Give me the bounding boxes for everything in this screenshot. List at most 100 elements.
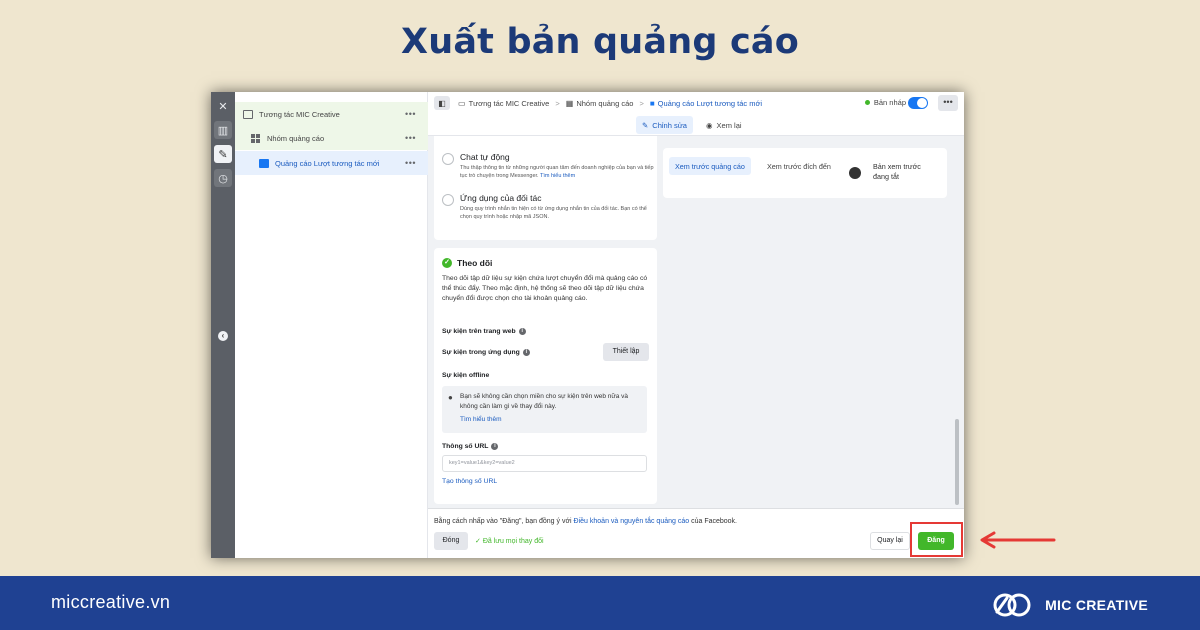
back-button[interactable]: Quay lại	[870, 532, 910, 550]
saved-text: Đã lưu mọi thay đổi	[482, 538, 544, 545]
tracking-title: ✓ Theo dõi	[442, 258, 492, 268]
publish-highlight-box	[910, 522, 963, 557]
tab-review-label: Xem lại	[716, 120, 742, 130]
sidebar-toggle-icon[interactable]: ◧	[434, 96, 450, 110]
tab-ad-preview[interactable]: Xem trước quảng cáo	[669, 157, 751, 175]
more-icon[interactable]: •••	[405, 133, 416, 143]
learn-more-link[interactable]: Tìm hiểu thêm	[540, 173, 575, 179]
campaign-tree: Tương tác MIC Creative ••• Nhóm quảng cá…	[235, 92, 428, 558]
status-label: Bản nháp	[873, 98, 906, 107]
more-icon[interactable]: •••	[405, 109, 416, 119]
ad-icon: ■	[649, 98, 655, 108]
terms-text: Bằng cách nhấp vào "Đăng", bạn đồng ý vớ…	[434, 518, 737, 525]
grid-icon	[251, 133, 261, 143]
preview-panel: Xem trước quảng cáo Xem trước đích đến B…	[663, 148, 947, 198]
preview-toggle[interactable]	[849, 167, 861, 179]
close-button[interactable]: Đóng	[434, 532, 468, 550]
brand-banner: miccreative.vn MIC CREATIVE	[0, 576, 1200, 630]
breadcrumb-adset[interactable]: Nhóm quảng cáo	[576, 99, 633, 108]
settings-pane: Chat tự động Thu thập thông tin từ những…	[428, 136, 664, 507]
tree-item-label: Quảng cáo Lượt tương tác mới	[275, 158, 380, 168]
info-icon[interactable]: i	[522, 349, 530, 356]
pointer-arrow-icon	[980, 531, 1056, 549]
pencil-icon[interactable]: ✎	[214, 145, 232, 163]
option-title: Ứng dụng của đối tác	[460, 193, 542, 203]
page-headline: Xuất bản quảng cáo	[401, 22, 799, 62]
top-bar: ◧ ▭ Tương tác MIC Creative > ▦ Nhóm quản…	[428, 92, 964, 114]
lightbulb-icon: ●	[448, 393, 453, 402]
brand-name: MIC CREATIVE	[1045, 597, 1148, 613]
ads-manager-screenshot: ✕ ▥ ✎ ◷ ‹ Tương tác MIC Creative ••• Nhó…	[211, 92, 964, 558]
folder-icon	[243, 109, 253, 119]
more-icon[interactable]: •••	[405, 158, 416, 168]
url-params-label: Thông số URL i	[442, 443, 499, 450]
learn-more-link[interactable]: Tìm hiểu thêm	[460, 416, 502, 423]
terms-post: của Facebook.	[689, 518, 738, 525]
tracking-description: Theo dõi tập dữ liệu sự kiện chứa lượt c…	[442, 275, 648, 302]
ad-toggle[interactable]	[908, 97, 928, 109]
tree-item-ad[interactable]: Quảng cáo Lượt tương tác mới •••	[235, 151, 428, 175]
more-options-button[interactable]: •••	[938, 95, 958, 111]
tab-destination-preview[interactable]: Xem trước đích đến	[761, 157, 837, 175]
preview-status: Bản xem trước đang tắt	[873, 162, 921, 181]
clock-icon[interactable]: ◷	[214, 169, 232, 187]
check-icon: ✓	[475, 538, 481, 545]
tracking-title-text: Theo dõi	[457, 258, 493, 268]
tree-item-campaign[interactable]: Tương tác MIC Creative •••	[235, 102, 428, 126]
terms-link[interactable]: Điều khoản và nguyên tắc quảng cáo	[574, 518, 690, 525]
message-template-card: Chat tự động Thu thập thông tin từ những…	[434, 136, 657, 240]
tree-item-label: Tương tác MIC Creative	[259, 109, 340, 119]
breadcrumb-campaign[interactable]: Tương tác MIC Creative	[469, 99, 550, 108]
web-events-text: Sự kiện trên trang web	[442, 328, 516, 335]
ad-icon	[259, 158, 269, 168]
breadcrumb-separator: >	[555, 98, 560, 108]
scrollbar[interactable]	[954, 136, 960, 507]
status-dot	[864, 100, 870, 105]
close-icon[interactable]: ✕	[214, 97, 232, 115]
url-params-text: Thông số URL	[442, 443, 489, 450]
app-events-label: Sự kiện trong ứng dụng i	[442, 349, 530, 356]
draft-status: Bản nháp	[864, 98, 906, 107]
option-title: Chat tự động	[460, 152, 510, 162]
option-description: Dùng quy trình nhắn tin hiện có từ ứng d…	[460, 206, 647, 220]
saved-status: ✓ Đã lưu mọi thay đổi	[475, 537, 544, 545]
left-rail: ✕ ▥ ✎ ◷ ‹	[211, 92, 235, 558]
tab-review[interactable]: ◉ Xem lại	[700, 116, 748, 134]
offline-events-label: Sự kiện offline	[442, 372, 490, 379]
collapse-icon[interactable]: ‹	[218, 331, 228, 341]
tree-item-adset[interactable]: Nhóm quảng cáo •••	[235, 126, 428, 150]
url-params-input[interactable]: key1=value1&key2=value2	[442, 455, 647, 472]
pencil-icon: ✎	[642, 120, 649, 130]
option-description: Thu thập thông tin từ những người quan t…	[460, 164, 655, 180]
folder-icon: ▭	[458, 98, 466, 108]
info-tip-box: ● Bạn sẽ không cần chọn miền cho sự kiện…	[442, 386, 647, 433]
tree-item-label: Nhóm quảng cáo	[267, 133, 325, 143]
breadcrumb-ad[interactable]: Quảng cáo Lượt tương tác mới	[658, 99, 762, 108]
web-events-label: Sự kiện trên trang web i	[442, 328, 526, 335]
chart-icon[interactable]: ▥	[214, 121, 232, 139]
radio-button[interactable]	[442, 153, 454, 165]
build-url-link[interactable]: Tạo thông số URL	[442, 478, 497, 485]
eye-icon: ◉	[706, 120, 713, 130]
mode-tabs: ✎ Chỉnh sửa ◉ Xem lại	[428, 114, 964, 136]
radio-button[interactable]	[442, 194, 454, 206]
brand-logo: MIC CREATIVE	[991, 590, 1148, 620]
editor-main: ◧ ▭ Tương tác MIC Creative > ▦ Nhóm quản…	[428, 92, 964, 558]
check-icon: ✓	[442, 258, 452, 268]
site-url: miccreative.vn	[51, 592, 171, 612]
tip-text: Bạn sẽ không cần chọn miền cho sự kiện t…	[460, 393, 629, 410]
setup-button[interactable]: Thiết lập	[603, 343, 649, 361]
tab-edit[interactable]: ✎ Chỉnh sửa	[636, 116, 693, 134]
app-events-text: Sự kiện trong ứng dụng	[442, 349, 520, 356]
footer-bar: Bằng cách nhấp vào "Đăng", bạn đồng ý vớ…	[428, 508, 964, 558]
breadcrumb-separator: >	[639, 98, 644, 108]
tab-edit-label: Chỉnh sửa	[652, 120, 687, 130]
terms-pre: Bằng cách nhấp vào "Đăng", bạn đồng ý vớ…	[434, 518, 574, 525]
grid-icon: ▦	[565, 98, 574, 108]
scrollbar-thumb[interactable]	[955, 419, 959, 505]
info-icon[interactable]: i	[491, 443, 499, 450]
tracking-card: ✓ Theo dõi Theo dõi tập dữ liệu sự kiện …	[434, 248, 657, 504]
info-icon[interactable]: i	[518, 328, 526, 335]
breadcrumb: ▭ Tương tác MIC Creative > ▦ Nhóm quảng …	[458, 99, 762, 108]
mic-logo-icon	[993, 593, 1031, 617]
